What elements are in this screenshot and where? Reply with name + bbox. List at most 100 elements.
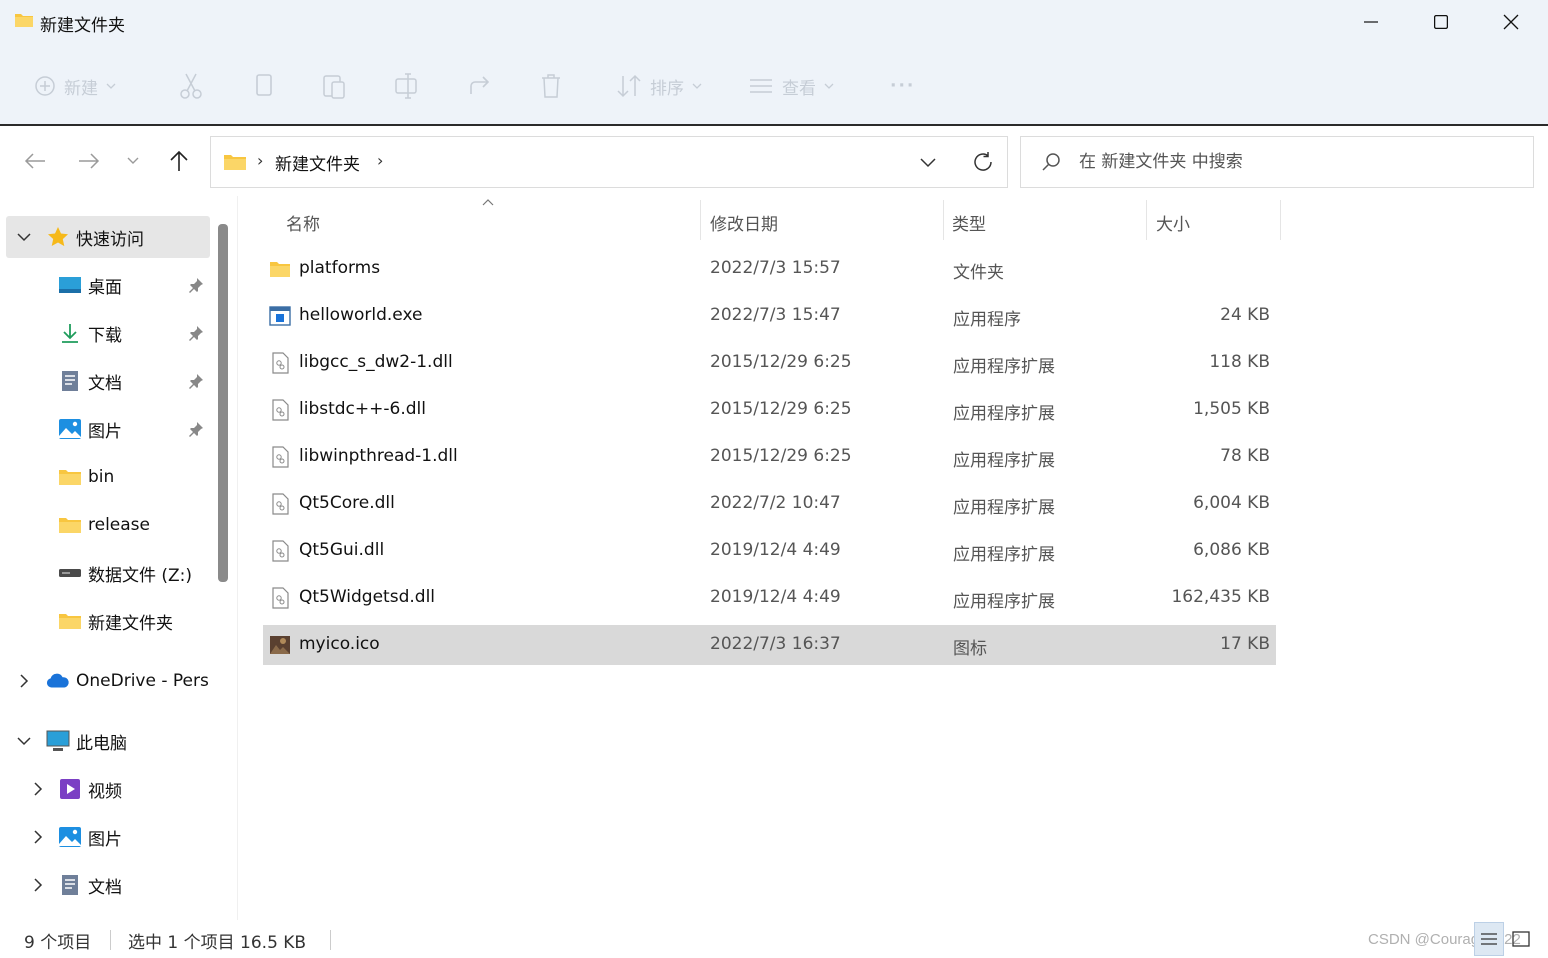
- pin-icon[interactable]: [188, 277, 204, 293]
- file-row[interactable]: platforms 2022/7/3 15:57 文件夹: [263, 249, 1276, 289]
- file-list: 名称 修改日期 类型 大小 platforms 2022/7/3 15:57 文…: [238, 196, 1548, 920]
- cut-button[interactable]: [178, 70, 204, 102]
- minimize-button[interactable]: [1336, 0, 1406, 44]
- forward-button[interactable]: [74, 146, 104, 176]
- sidebar-item-quick-access[interactable]: 快速访问: [6, 216, 210, 258]
- sidebar-item-downloads[interactable]: 下载: [6, 312, 210, 354]
- rename-button[interactable]: [394, 70, 420, 102]
- sidebar-item-release[interactable]: release: [6, 504, 210, 546]
- details-view-button[interactable]: [1474, 922, 1504, 956]
- more-options-button[interactable]: ···: [890, 70, 915, 102]
- view-button[interactable]: 查看: [748, 70, 834, 102]
- command-bar: 新建 排序 查看 ···: [0, 44, 1548, 126]
- tiles-view-button[interactable]: [1506, 922, 1536, 956]
- file-size: 6,086 KB: [1193, 540, 1270, 560]
- file-row[interactable]: helloworld.exe 2022/7/3 15:47 应用程序 24 KB: [263, 296, 1276, 336]
- file-name: myico.ico: [299, 634, 380, 654]
- chevron-right-icon[interactable]: [30, 781, 46, 797]
- file-row[interactable]: Qt5Gui.dll 2019/12/4 4:49 应用程序扩展 6,086 K…: [263, 531, 1276, 571]
- column-header-name[interactable]: 名称: [286, 206, 320, 238]
- file-date: 2015/12/29 6:25: [710, 352, 852, 372]
- file-date: 2015/12/29 6:25: [710, 399, 852, 419]
- back-button[interactable]: [20, 146, 50, 176]
- sort-button[interactable]: 排序: [616, 70, 702, 102]
- delete-button[interactable]: [540, 70, 562, 102]
- pin-icon[interactable]: [188, 325, 204, 341]
- close-button[interactable]: [1476, 0, 1546, 44]
- recent-locations-button[interactable]: [118, 146, 148, 176]
- folder-icon: [58, 466, 82, 488]
- address-bar[interactable]: › 新建文件夹 ›: [210, 136, 1008, 188]
- chevron-right-icon[interactable]: [30, 829, 46, 845]
- file-name: Qt5Core.dll: [299, 493, 395, 513]
- sidebar-item-bin[interactable]: bin: [6, 456, 210, 498]
- pictures-icon: [58, 418, 82, 440]
- up-button[interactable]: [164, 146, 194, 176]
- file-name: Qt5Gui.dll: [299, 540, 385, 560]
- column-header-size[interactable]: 大小: [1156, 206, 1190, 238]
- video-icon: [58, 778, 82, 800]
- status-divider: [330, 930, 331, 950]
- sidebar-item-this-pc[interactable]: 此电脑: [6, 720, 210, 762]
- column-divider[interactable]: [700, 200, 701, 240]
- sidebar-item-pictures[interactable]: 图片: [6, 408, 210, 450]
- sidebar-item-label: OneDrive - Pers: [76, 671, 209, 691]
- sidebar-item-pc-documents[interactable]: 文档: [6, 864, 210, 906]
- desktop-icon: [58, 274, 82, 296]
- breadcrumb-separator[interactable]: ›: [377, 151, 383, 170]
- chevron-down-icon[interactable]: [919, 153, 937, 171]
- pin-icon[interactable]: [188, 373, 204, 389]
- pin-icon[interactable]: [188, 421, 204, 437]
- share-button[interactable]: [468, 70, 492, 102]
- sidebar-item-videos[interactable]: 视频: [6, 768, 210, 810]
- column-divider[interactable]: [1280, 200, 1281, 240]
- copy-button[interactable]: [254, 70, 274, 102]
- file-row[interactable]: Qt5Core.dll 2022/7/2 10:47 应用程序扩展 6,004 …: [263, 484, 1276, 524]
- minimize-icon: [1364, 21, 1378, 23]
- chevron-right-icon[interactable]: [30, 877, 46, 893]
- sidebar-item-desktop[interactable]: 桌面: [6, 264, 210, 306]
- navigation-bar: › 新建文件夹 ›: [0, 126, 1548, 196]
- sidebar-scrollbar[interactable]: [218, 224, 228, 582]
- share-icon: [470, 76, 490, 94]
- column-header-type[interactable]: 类型: [952, 206, 986, 238]
- copy-icon: [256, 74, 272, 96]
- sidebar-item-label: 视频: [88, 781, 122, 802]
- chevron-down-icon[interactable]: [16, 733, 32, 749]
- file-type: 文件夹: [953, 263, 1004, 283]
- search-input[interactable]: [1079, 149, 1519, 175]
- breadcrumb-current[interactable]: 新建文件夹: [275, 150, 360, 175]
- column-divider[interactable]: [943, 200, 944, 240]
- dll-icon: [272, 540, 289, 562]
- chevron-down-icon[interactable]: [16, 229, 32, 245]
- sidebar-item-documents[interactable]: 文档: [6, 360, 210, 402]
- sidebar-item-label: 文档: [88, 877, 122, 898]
- chevron-right-icon[interactable]: [16, 673, 32, 689]
- file-row-selected[interactable]: myico.ico 2022/7/3 16:37 图标 17 KB: [263, 625, 1276, 665]
- file-row[interactable]: libwinpthread-1.dll 2015/12/29 6:25 应用程序…: [263, 437, 1276, 477]
- file-row[interactable]: Qt5Widgetsd.dll 2019/12/4 4:49 应用程序扩展 16…: [263, 578, 1276, 618]
- sidebar-item-pc-pictures[interactable]: 图片: [6, 816, 210, 858]
- file-name: libgcc_s_dw2-1.dll: [299, 352, 453, 372]
- title-bar: 新建文件夹: [0, 0, 1548, 44]
- pictures-icon: [58, 826, 82, 848]
- maximize-button[interactable]: [1406, 0, 1476, 44]
- search-box[interactable]: [1020, 136, 1534, 188]
- arrow-right-icon: [79, 153, 100, 169]
- sidebar-item-label: bin: [88, 467, 115, 487]
- column-header-date[interactable]: 修改日期: [710, 206, 778, 238]
- file-row[interactable]: libgcc_s_dw2-1.dll 2015/12/29 6:25 应用程序扩…: [263, 343, 1276, 383]
- more-icon: ···: [890, 76, 916, 96]
- column-divider[interactable]: [1146, 200, 1147, 240]
- refresh-icon[interactable]: [971, 150, 995, 174]
- sidebar-item-label: 新建文件夹: [88, 613, 173, 634]
- file-row[interactable]: libstdc++-6.dll 2015/12/29 6:25 应用程序扩展 1…: [263, 390, 1276, 430]
- file-name: libwinpthread-1.dll: [299, 446, 458, 466]
- folder-icon: [58, 610, 82, 632]
- sidebar-item-onedrive[interactable]: OneDrive - Pers: [6, 660, 210, 702]
- file-type: 应用程序扩展: [953, 357, 1055, 377]
- sidebar-item-drive-z[interactable]: 数据文件 (Z:): [6, 552, 210, 594]
- sidebar-item-new-folder[interactable]: 新建文件夹: [6, 600, 210, 642]
- new-button[interactable]: 新建: [34, 70, 116, 102]
- paste-button[interactable]: [322, 70, 348, 102]
